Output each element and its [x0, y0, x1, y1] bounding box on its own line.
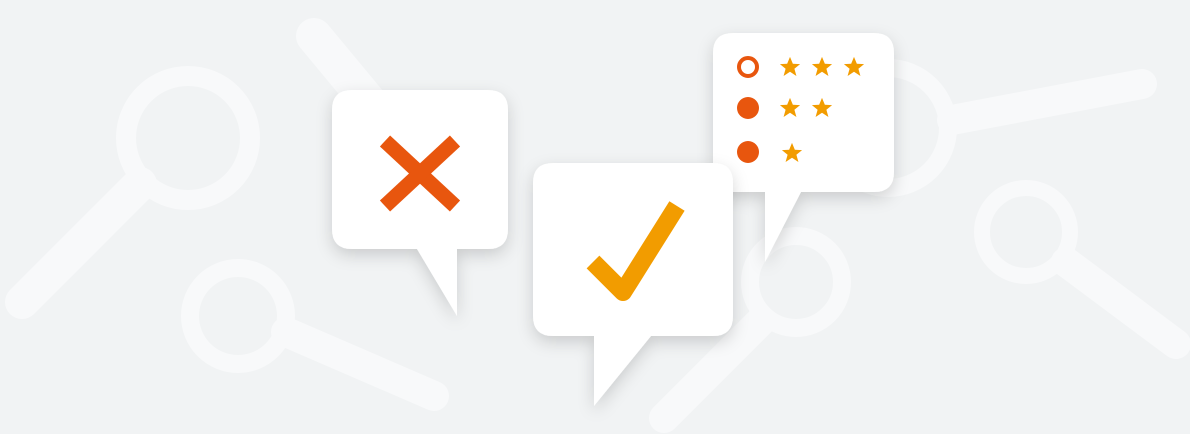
- review-illustration: [0, 0, 1190, 434]
- radio-dot-icon: [737, 56, 759, 78]
- radio-dot-icon: [737, 141, 759, 163]
- illustration-canvas: [0, 0, 1190, 434]
- radio-dot-icon: [737, 97, 759, 119]
